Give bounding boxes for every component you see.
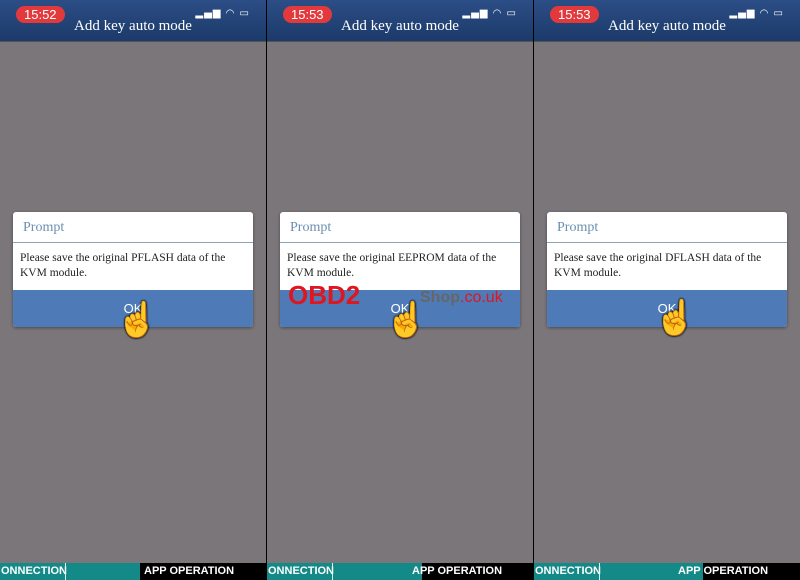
watermark-tld: .co.uk — [460, 289, 503, 306]
watermark-brand: OBD2 — [288, 280, 361, 310]
connection-tab[interactable]: ONNECTION — [535, 563, 601, 580]
footer-bar: ONNECTION APP OPERATION — [267, 563, 533, 580]
watermark-logo: OBD2 — [288, 280, 360, 311]
connection-tab[interactable]: ONNECTION — [268, 563, 334, 580]
page-title: Add key auto mode — [74, 18, 192, 34]
hand-cursor-icon: ☝ — [654, 300, 697, 337]
app-operation-tab[interactable]: APP OPERATION — [144, 563, 234, 580]
dialog-message: Please save the original PFLASH data of … — [20, 252, 226, 279]
footer-bar: ONNECTION APP OPERATION — [534, 563, 800, 580]
watermark-shop: Shop — [420, 289, 460, 306]
nav-bar: 15:53 ▂▄▆ ◠ ▭ Add key auto mode — [267, 0, 533, 42]
screen-1: 15:52 ▂▄▆ ◠ ▭ Add key auto mode Prompt P… — [0, 0, 266, 580]
nav-bar: 15:52 ▂▄▆ ◠ ▭ Add key auto mode — [0, 0, 266, 42]
screen-3: 15:53 ▂▄▆ ◠ ▭ Add key auto mode Prompt P… — [534, 0, 800, 580]
dialog-title: Prompt — [13, 212, 253, 243]
app-operation-tab[interactable]: APP OPERATION — [678, 563, 768, 580]
page-title: Add key auto mode — [608, 18, 726, 34]
nav-bar: 15:53 ▂▄▆ ◠ ▭ Add key auto mode — [534, 0, 800, 42]
watermark-domain: Shop.co.uk — [420, 289, 503, 307]
app-operation-tab[interactable]: APP OPERATION — [412, 563, 502, 580]
footer-bar: ONNECTION APP OPERATION — [0, 563, 266, 580]
dialog-message: Please save the original DFLASH data of … — [554, 252, 762, 279]
dialog-title: Prompt — [547, 212, 787, 243]
hand-cursor-icon: ☝ — [116, 302, 159, 339]
page-title: Add key auto mode — [341, 18, 459, 34]
dialog-title: Prompt — [280, 212, 520, 243]
connection-tab[interactable]: ONNECTION — [1, 563, 67, 580]
